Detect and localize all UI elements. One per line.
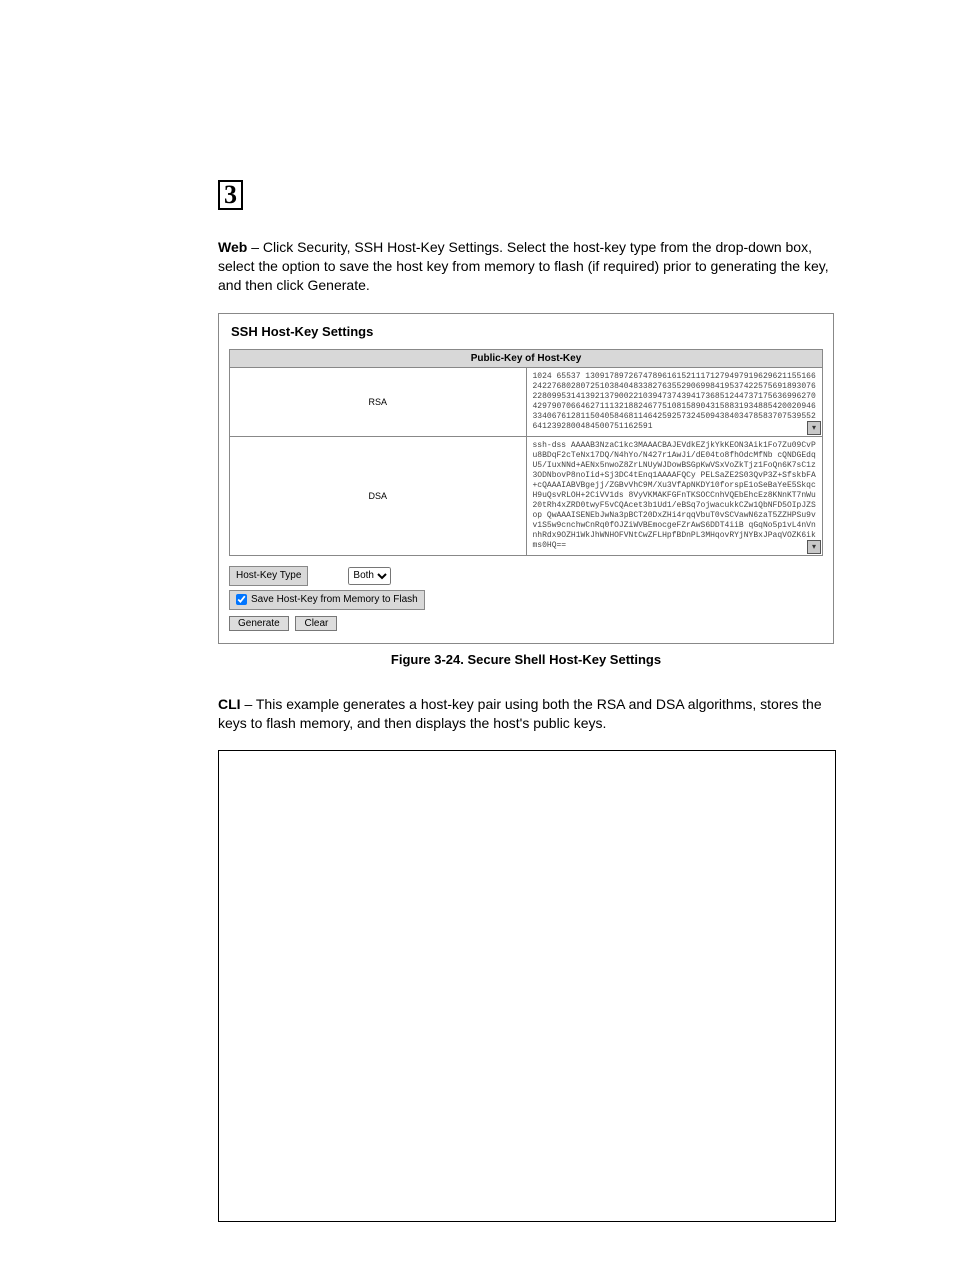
dsa-key-text: ssh-dss AAAAB3NzaC1kc3MAAACBAJEVdkEZjkYk… (527, 437, 823, 555)
panel-controls: Host-Key Type Both Save Host-Key from Me… (229, 566, 823, 631)
dsa-row-label: DSA (230, 436, 527, 555)
rsa-row-label: RSA (230, 367, 527, 436)
cli-output-box (218, 750, 836, 1222)
web-rest: – Click Security, SSH Host-Key Settings.… (218, 239, 829, 293)
clear-button[interactable]: Clear (295, 616, 337, 631)
scroll-down-icon[interactable]: ▾ (807, 421, 821, 435)
web-lead: Web (218, 239, 247, 255)
rsa-key-text: 1024 65537 13091789726747896161521117127… (527, 368, 823, 436)
cli-instruction-paragraph: CLI – This example generates a host-key … (218, 695, 834, 733)
figure-caption: Figure 3-24. Secure Shell Host-Key Setti… (218, 652, 834, 667)
web-instruction-paragraph: Web – Click Security, SSH Host-Key Setti… (218, 238, 834, 295)
dsa-key-cell: ssh-dss AAAAB3NzaC1kc3MAAACBAJEVdkEZjkYk… (526, 436, 823, 555)
save-flash-label: Save Host-Key from Memory to Flash (251, 593, 418, 607)
hostkey-table-header: Public-Key of Host-Key (230, 349, 823, 367)
scroll-down-icon[interactable]: ▾ (807, 540, 821, 554)
hostkey-type-label: Host-Key Type (229, 566, 308, 586)
panel-title: SSH Host-Key Settings (231, 324, 823, 339)
hostkey-type-select[interactable]: Both (348, 567, 391, 585)
rsa-key-cell: 1024 65537 13091789726747896161521117127… (526, 367, 823, 436)
cli-lead: CLI (218, 696, 241, 712)
chapter-mark: 3 (218, 180, 243, 210)
save-flash-checkbox[interactable] (236, 594, 247, 605)
ssh-hostkey-panel: SSH Host-Key Settings Public-Key of Host… (218, 313, 834, 644)
generate-button[interactable]: Generate (229, 616, 289, 631)
hostkey-table: Public-Key of Host-Key RSA 1024 65537 13… (229, 349, 823, 556)
cli-rest: – This example generates a host-key pair… (218, 696, 822, 731)
